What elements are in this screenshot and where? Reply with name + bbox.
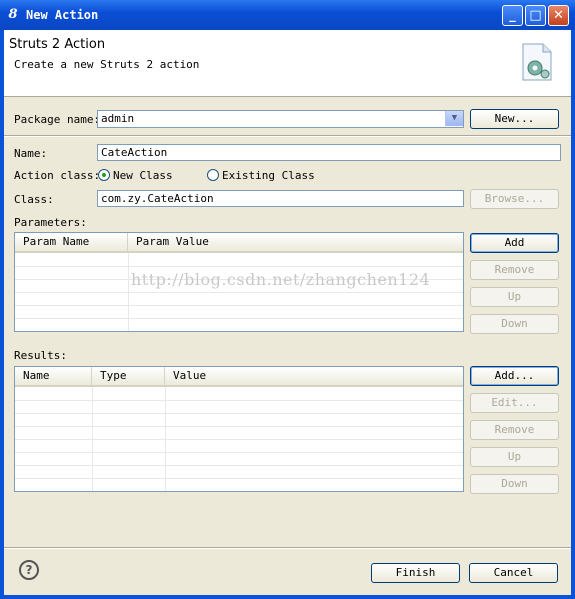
grid-line [15, 266, 463, 267]
results-label: Results: [14, 349, 67, 362]
grid-line [15, 478, 463, 479]
parameters-remove-button[interactable]: Remove [470, 260, 559, 280]
parameters-label: Parameters: [14, 216, 87, 229]
title-bar[interactable]: 8 New Action _ □ ✕ [0, 0, 575, 30]
watermark-text: http://blog.csdn.net/zhangchen124 [131, 270, 431, 289]
maximize-button[interactable]: □ [525, 5, 546, 26]
parameters-add-button[interactable]: Add [470, 233, 559, 253]
name-label: Name: [14, 147, 48, 160]
banner-title: Struts 2 Action [9, 37, 106, 52]
name-field[interactable]: CateAction [97, 144, 561, 161]
grid-line [15, 465, 463, 466]
existing-class-radio[interactable] [207, 169, 219, 181]
grid-line [15, 292, 463, 293]
results-down-button[interactable]: Down [470, 474, 559, 494]
parameters-down-button[interactable]: Down [470, 314, 559, 334]
grid-line [15, 452, 463, 453]
action-class-label: Action class: [14, 169, 101, 182]
existing-class-label[interactable]: Existing Class [222, 169, 315, 182]
column-header-param-value[interactable]: Param Value [128, 233, 463, 251]
package-new-button[interactable]: New... [470, 109, 559, 129]
results-add-button[interactable]: Add... [470, 366, 559, 386]
column-header-type[interactable]: Type [92, 367, 165, 385]
separator [4, 547, 571, 549]
results-table[interactable]: Name Type Value [14, 366, 464, 492]
new-class-label[interactable]: New Class [113, 169, 173, 182]
finish-button[interactable]: Finish [371, 563, 460, 583]
results-up-button[interactable]: Up [470, 447, 559, 467]
parameters-header: Param Name Param Value [15, 233, 463, 253]
column-header-value[interactable]: Value [165, 367, 463, 385]
results-remove-button[interactable]: Remove [470, 420, 559, 440]
grid-line [15, 413, 463, 414]
grid-line [15, 439, 463, 440]
wizard-banner: Struts 2 Action Create a new Struts 2 ac… [4, 30, 571, 97]
dialog-body: Struts 2 Action Create a new Struts 2 ac… [4, 30, 571, 595]
banner-description: Create a new Struts 2 action [14, 58, 200, 71]
column-header-param-name[interactable]: Param Name [15, 233, 128, 251]
help-icon[interactable]: ? [19, 560, 39, 580]
new-class-radio[interactable] [98, 169, 110, 181]
cancel-button[interactable]: Cancel [469, 563, 558, 583]
package-name-label: Package name: [14, 113, 101, 126]
grid-line [15, 318, 463, 319]
grid-line [15, 426, 463, 427]
window-title: New Action [26, 8, 99, 22]
grid-line [15, 400, 463, 401]
column-header-name[interactable]: Name [15, 367, 92, 385]
package-name-value: admin [101, 112, 135, 125]
browse-button[interactable]: Browse... [470, 189, 559, 209]
new-action-dialog: 8 New Action _ □ ✕ Struts 2 Action Creat… [0, 0, 575, 599]
eclipse-icon: 8 [8, 7, 18, 22]
struts-action-icon [522, 43, 552, 81]
package-name-combo[interactable]: admin ▼ [97, 110, 464, 128]
class-field[interactable]: com.zy.CateAction [97, 190, 464, 207]
minimize-button[interactable]: _ [502, 5, 523, 26]
separator [4, 135, 571, 137]
class-label: Class: [14, 193, 54, 206]
close-button[interactable]: ✕ [548, 5, 569, 26]
results-header: Name Type Value [15, 367, 463, 387]
grid-line [15, 305, 463, 306]
results-edit-button[interactable]: Edit... [470, 393, 559, 413]
chevron-down-icon[interactable]: ▼ [445, 111, 463, 126]
parameters-up-button[interactable]: Up [470, 287, 559, 307]
